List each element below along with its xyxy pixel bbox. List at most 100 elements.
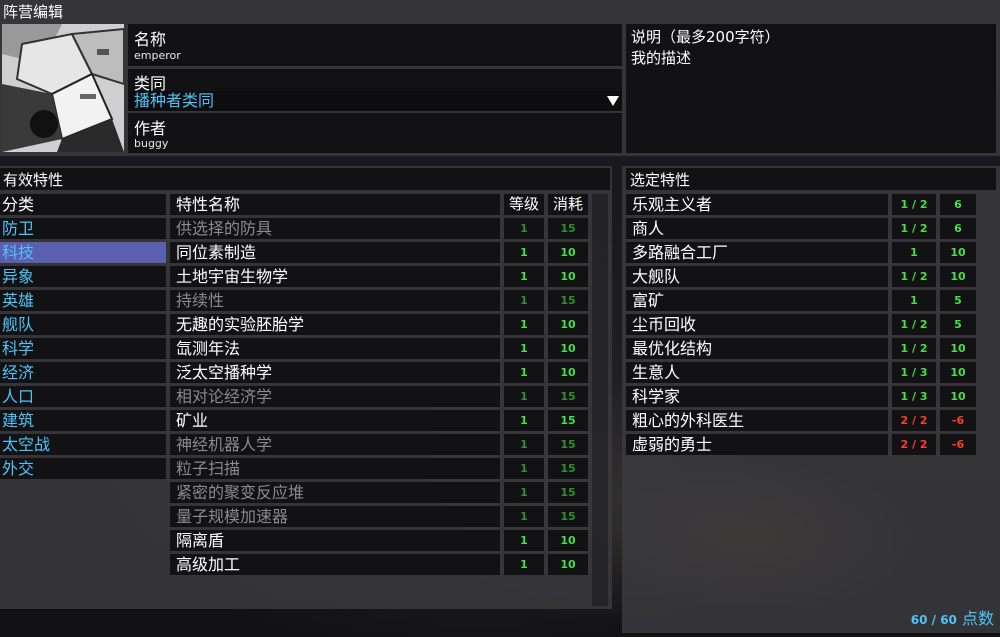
selected-trait-level: 1 / 2 [892, 266, 936, 287]
trait-name: 土地宇宙生物学 [170, 266, 500, 287]
trait-row[interactable]: 矿业 1 15 [170, 410, 590, 431]
selected-trait-cost: 10 [940, 338, 976, 359]
selected-trait-row[interactable]: 大舰队 1 / 2 10 [626, 266, 996, 287]
trait-row[interactable]: 量子规模加速器 1 15 [170, 506, 590, 527]
trait-row[interactable]: 紧密的聚变反应堆 1 15 [170, 482, 590, 503]
trait-cost: 15 [548, 506, 588, 527]
selected-trait-name: 商人 [626, 218, 888, 239]
trait-row[interactable]: 无趣的实验胚胎学 1 10 [170, 314, 590, 335]
trait-cost: 15 [548, 458, 588, 479]
trait-row[interactable]: 泛太空播种学 1 10 [170, 362, 590, 383]
trait-level: 1 [504, 266, 544, 287]
category-item[interactable]: 人口 [0, 386, 166, 407]
available-header-box: 有效特性 [0, 168, 610, 190]
author-label: 作者 [134, 119, 167, 138]
trait-name: 持续性 [170, 290, 500, 311]
trait-row[interactable]: 相对论经济学 1 15 [170, 386, 590, 407]
trait-row[interactable]: 氙测年法 1 10 [170, 338, 590, 359]
category-item[interactable]: 外交 [0, 458, 166, 479]
category-item[interactable]: 英雄 [0, 290, 166, 311]
trait-row[interactable]: 神经机器人学 1 15 [170, 434, 590, 455]
trait-level: 1 [504, 482, 544, 503]
trait-level: 1 [504, 554, 544, 575]
category-item[interactable]: 异象 [0, 266, 166, 287]
author-field[interactable]: 作者 buggy [128, 113, 622, 153]
chevron-down-icon[interactable] [607, 96, 619, 106]
selected-trait-name: 科学家 [626, 386, 888, 407]
trait-row[interactable]: 粒子扫描 1 15 [170, 458, 590, 479]
scrollbar[interactable] [592, 194, 608, 606]
category-item[interactable]: 太空战 [0, 434, 166, 455]
description-field[interactable]: 说明（最多200字符） 我的描述 [626, 24, 996, 153]
description-value: 我的描述 [631, 49, 692, 67]
selected-trait-row[interactable]: 虚弱的勇士 2 / 2 -6 [626, 434, 996, 455]
selected-trait-row[interactable]: 最优化结构 1 / 2 10 [626, 338, 996, 359]
category-item[interactable]: 经济 [0, 362, 166, 383]
selected-trait-level: 1 / 2 [892, 314, 936, 335]
trait-name-header: 特性名称 [170, 194, 500, 215]
category-item[interactable]: 科学 [0, 338, 166, 359]
faction-portrait[interactable] [2, 24, 124, 152]
window-title: 阵营编辑 [3, 3, 64, 21]
trait-level: 1 [504, 386, 544, 407]
trait-cost: 10 [548, 362, 588, 383]
trait-cost: 15 [548, 410, 588, 431]
selected-trait-name: 尘币回收 [626, 314, 888, 335]
selected-trait-row[interactable]: 乐观主义者 1 / 26 [626, 194, 996, 215]
trait-level: 1 [504, 458, 544, 479]
selected-trait-row[interactable]: 粗心的外科医生 2 / 2 -6 [626, 410, 996, 431]
selected-trait-row[interactable]: 商人 1 / 26 [626, 218, 996, 239]
selected-trait-name: 生意人 [626, 362, 888, 383]
selected-trait-row[interactable]: 富矿 1 5 [626, 290, 996, 311]
available-header: 有效特性 [3, 171, 64, 189]
selected-header: 选定特性 [630, 171, 691, 189]
cost-header: 消耗 [548, 194, 588, 215]
trait-row[interactable]: 供选择的防具 1 15 [170, 218, 590, 239]
selected-trait-cost: 5 [940, 290, 976, 311]
trait-name: 隔离盾 [170, 530, 500, 551]
trait-cost: 15 [548, 482, 588, 503]
selected-trait-level: 1 / 3 [892, 386, 936, 407]
trait-name: 无趣的实验胚胎学 [170, 314, 500, 335]
trait-row[interactable]: 高级加工 1 10 [170, 554, 590, 575]
faction-info-panel: 阵营编辑 名称 emperor 类同 播种者类同 作者 buggy 说明（最多2… [0, 0, 1000, 156]
selected-trait-row[interactable]: 多路融合工厂 1 10 [626, 242, 996, 263]
selected-trait-cost: 10 [940, 362, 976, 383]
trait-cost: 15 [548, 434, 588, 455]
trait-level: 1 [504, 434, 544, 455]
trait-row[interactable]: 持续性 1 15 [170, 290, 590, 311]
species-dropdown[interactable]: 播种者类同 [128, 91, 622, 111]
category-item[interactable]: 科技 [0, 242, 166, 263]
selected-trait-row[interactable]: 科学家 1 / 3 10 [626, 386, 996, 407]
trait-table: 特性名称 等级 消耗 供选择的防具 1 15 同位素制造 1 10 土地宇宙生物学 1 10 持续… [170, 194, 590, 606]
selected-trait-cost: 6 [940, 218, 976, 239]
selected-trait-cost: -6 [940, 434, 976, 455]
trait-row[interactable]: 隔离盾 1 10 [170, 530, 590, 551]
trait-name: 相对论经济学 [170, 386, 500, 407]
selected-trait-level: 1 [892, 242, 936, 263]
species-value: 播种者类同 [134, 91, 215, 110]
category-column: 分类 防卫 科技 异象 英雄 舰队 科学 经济 人口 建筑 太空战 外交 [0, 194, 167, 606]
trait-name: 粒子扫描 [170, 458, 500, 479]
category-item[interactable]: 防卫 [0, 218, 166, 239]
trait-cost: 10 [548, 338, 588, 359]
category-item[interactable]: 建筑 [0, 410, 166, 431]
selected-trait-row[interactable]: 尘币回收 1 / 25 [626, 314, 996, 335]
selected-trait-level: 1 [892, 290, 936, 311]
trait-row[interactable]: 土地宇宙生物学 1 10 [170, 266, 590, 287]
selected-trait-cost: -6 [940, 410, 976, 431]
selected-trait-cost: 6 [940, 194, 976, 215]
trait-cost: 10 [548, 242, 588, 263]
category-item[interactable]: 舰队 [0, 314, 166, 335]
trait-name: 高级加工 [170, 554, 500, 575]
selected-traits-panel: 选定特性 乐观主义者 1 / 2 6 商人 1 / 2 6 多路融合工厂 1 10 大舰队 1 / … [622, 166, 1000, 633]
selected-trait-row[interactable]: 生意人 1 / 3 10 [626, 362, 996, 383]
author-value: buggy [134, 137, 169, 150]
trait-cost: 15 [548, 386, 588, 407]
name-field[interactable]: 名称 emperor [128, 24, 622, 66]
selected-trait-name: 最优化结构 [626, 338, 888, 359]
trait-row[interactable]: 同位素制造 1 10 [170, 242, 590, 263]
trait-level: 1 [504, 218, 544, 239]
points-value: 60 / 60 [910, 613, 957, 627]
trait-level: 1 [504, 338, 544, 359]
